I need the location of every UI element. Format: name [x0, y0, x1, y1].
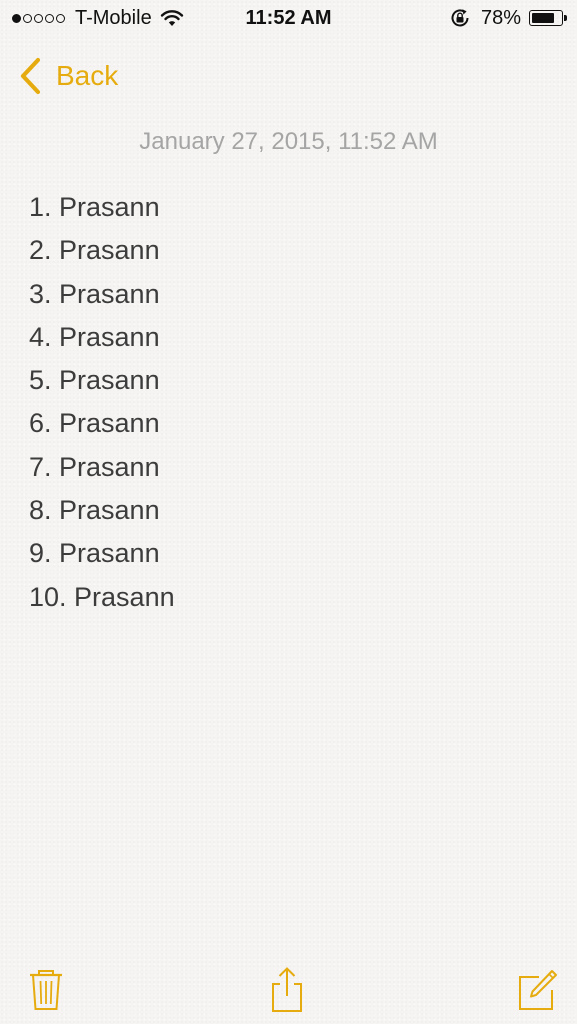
- note-line: 7. Prasann: [29, 451, 160, 482]
- status-right: 78%: [449, 6, 567, 30]
- chevron-left-icon: [20, 57, 41, 95]
- note-line: 10. Prasann: [29, 581, 175, 612]
- note-line: 4. Prasann: [29, 321, 160, 352]
- note-line: 5. Prasann: [29, 365, 160, 396]
- status-bar: T-Mobile 11:52 AM 78%: [0, 0, 577, 38]
- bottom-toolbar: [0, 954, 577, 1024]
- note-body[interactable]: 1. Prasann 2. Prasann 3. Prasann 4. Prasann…: [29, 186, 557, 619]
- battery-icon: [529, 10, 567, 26]
- note-line: 6. Prasann: [29, 408, 160, 439]
- note-line: 8. Prasann: [29, 495, 160, 526]
- note-date: January 27, 2015, 11:52 AM: [139, 128, 438, 155]
- note-line: 2. Prasann: [29, 235, 160, 266]
- trash-icon: [30, 970, 62, 1010]
- rotation-lock-icon: [451, 9, 469, 27]
- note-line: 3. Prasann: [29, 278, 160, 309]
- share-icon: [272, 967, 302, 1012]
- note-line: 1. Prasann: [29, 192, 160, 222]
- battery-fill: [532, 13, 554, 23]
- share-button[interactable]: [265, 966, 309, 1014]
- compose-button[interactable]: [515, 966, 559, 1014]
- back-label: Back: [56, 60, 119, 91]
- back-button[interactable]: Back: [18, 56, 118, 96]
- trash-button[interactable]: [24, 966, 68, 1014]
- battery-tip: [564, 15, 567, 21]
- compose-icon: [519, 970, 557, 1010]
- note-line: 9. Prasann: [29, 538, 160, 569]
- battery-percent: 78%: [480, 6, 521, 29]
